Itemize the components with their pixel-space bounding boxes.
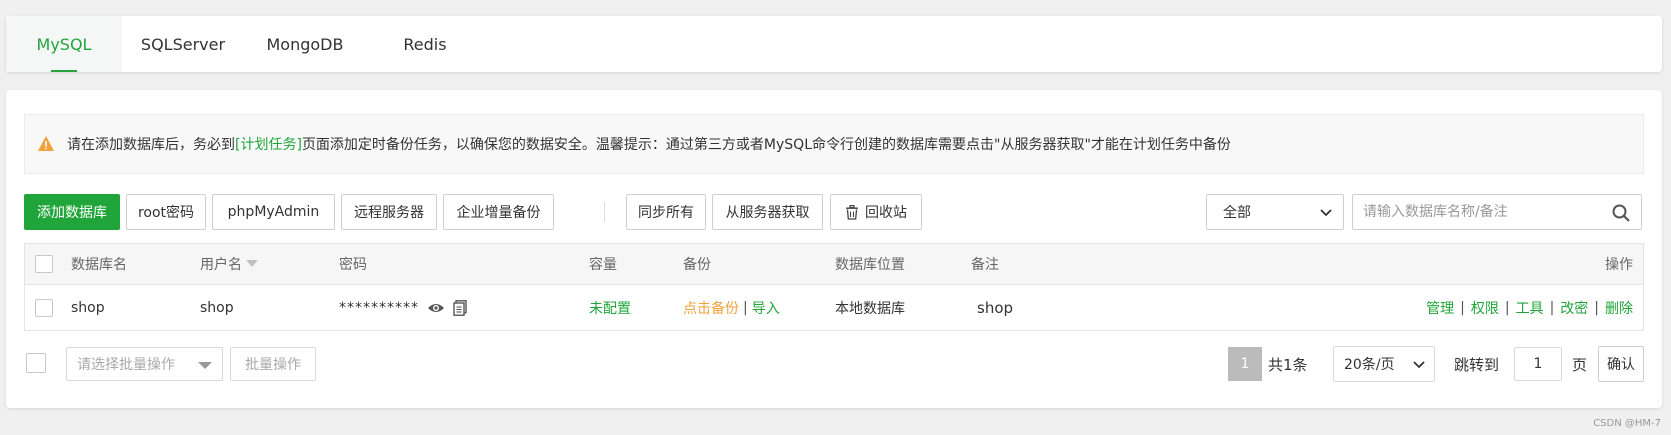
row-checkbox[interactable]	[35, 298, 53, 317]
separator: |	[1549, 299, 1555, 316]
db-note[interactable]: shop	[977, 285, 1013, 330]
goto-label: 跳转到	[1454, 355, 1500, 374]
header-backup: 备份	[683, 257, 711, 273]
table-header: 数据库名 用户名 密码 容量 备份 数据库位置 备注 操作	[25, 244, 1643, 285]
separator: |	[1460, 299, 1465, 316]
actions-cell: 管理 | 权限 | 工具 | 改密 | 删除	[1426, 285, 1633, 330]
capacity-status[interactable]: 未配置	[589, 285, 631, 330]
goto-page-input[interactable]	[1514, 347, 1562, 381]
delete-link[interactable]: 删除	[1605, 298, 1633, 318]
total-count: 共1条	[1268, 355, 1308, 374]
separator: |	[1504, 299, 1510, 316]
search-box	[1352, 194, 1642, 230]
select-all-checkbox[interactable]	[35, 255, 53, 273]
tab-label: Redis	[403, 34, 447, 54]
backup-cell: 点击备份 | 导入	[683, 285, 780, 330]
header-note: 备注	[971, 257, 999, 273]
add-database-button[interactable]: 添加数据库	[24, 194, 120, 230]
batch-operation-select[interactable]: 请选择批量操作	[66, 347, 223, 381]
batch-placeholder: 请选择批量操作	[77, 357, 175, 373]
password-cell: **********	[339, 285, 467, 330]
backup-link[interactable]: 点击备份	[683, 298, 739, 318]
footer-select-all-checkbox[interactable]	[26, 353, 46, 373]
sync-all-button[interactable]: 同步所有	[626, 194, 706, 230]
recycle-bin-label: 回收站	[865, 205, 907, 221]
eye-icon[interactable]	[427, 301, 445, 315]
cron-task-link[interactable]: [计划任务]	[235, 134, 302, 154]
search-icon[interactable]	[1611, 203, 1631, 227]
tab-mongodb[interactable]: MongoDB	[244, 16, 366, 72]
header-user-label: 用户名	[200, 257, 242, 273]
root-password-button[interactable]: root密码	[126, 194, 206, 230]
incremental-backup-button[interactable]: 企业增量备份	[443, 194, 554, 230]
search-input[interactable]	[1353, 204, 1593, 220]
watermark: CSDN @HM-7	[1593, 418, 1661, 429]
manage-link[interactable]: 管理	[1426, 298, 1454, 318]
separator: |	[1594, 299, 1599, 316]
caret-down-icon	[198, 362, 212, 369]
select-all-cell	[35, 244, 53, 284]
toolbar-divider	[604, 202, 605, 222]
database-table: 数据库名 用户名 密码 容量 备份 数据库位置 备注 操作 shop shop …	[24, 243, 1644, 331]
tab-redis[interactable]: Redis	[366, 16, 484, 72]
header-capacity: 容量	[589, 257, 617, 273]
table-row: shop shop ********** 未配置 点击备份 | 导入 本地数据库…	[25, 285, 1643, 330]
trash-icon	[845, 204, 859, 220]
header-location: 数据库位置	[835, 257, 905, 273]
change-password-link[interactable]: 改密	[1560, 298, 1588, 318]
tab-mysql[interactable]: MySQL	[6, 16, 122, 72]
db-location: 本地数据库	[835, 300, 905, 317]
sort-icon[interactable]	[246, 260, 258, 268]
confirm-button[interactable]: 确认	[1598, 346, 1644, 382]
db-user: shop	[200, 299, 234, 316]
separator: |	[743, 299, 748, 316]
filter-select[interactable]: 全部	[1206, 194, 1344, 230]
import-link[interactable]: 导入	[752, 298, 780, 318]
page-suffix: 页	[1572, 355, 1588, 374]
header-name: 数据库名	[71, 257, 127, 273]
chevron-down-icon	[1412, 357, 1426, 375]
permission-link[interactable]: 权限	[1471, 298, 1499, 318]
batch-operation-button[interactable]: 批量操作	[230, 347, 316, 381]
password-mask: **********	[339, 299, 419, 316]
fetch-from-server-button[interactable]: 从服务器获取	[712, 194, 823, 230]
tab-label: MongoDB	[266, 34, 344, 54]
alert-text-after: 页面添加定时备份任务，以确保您的数据安全。温馨提示：通过第三方或者MySQL命令…	[301, 137, 1231, 153]
tab-sqlserver[interactable]: SQLServer	[122, 16, 244, 72]
tab-label: SQLServer	[140, 34, 226, 54]
row-select-cell	[35, 285, 53, 330]
alert-text-before: 请在添加数据库后，务必到	[67, 137, 235, 153]
chevron-down-icon	[1319, 205, 1333, 223]
header-actions: 操作	[1605, 257, 1633, 273]
db-type-tabs: MySQL SQLServer MongoDB Redis	[6, 16, 1662, 72]
header-password: 密码	[339, 257, 367, 273]
recycle-bin-button[interactable]: 回收站	[830, 194, 922, 230]
database-panel: 请在添加数据库后，务必到 [计划任务] 页面添加定时备份任务，以确保您的数据安全。温…	[6, 90, 1662, 408]
db-name: shop	[71, 299, 105, 316]
phpmyadmin-button[interactable]: phpMyAdmin	[212, 194, 335, 230]
tab-label: MySQL	[36, 34, 92, 54]
warning-icon	[37, 135, 55, 153]
page-size-value: 20条/页	[1344, 357, 1395, 373]
copy-icon[interactable]	[453, 299, 467, 316]
tools-link[interactable]: 工具	[1516, 298, 1544, 318]
page-size-select[interactable]: 20条/页	[1333, 346, 1435, 382]
remote-server-button[interactable]: 远程服务器	[341, 194, 437, 230]
backup-alert: 请在添加数据库后，务必到 [计划任务] 页面添加定时备份任务，以确保您的数据安全。温…	[24, 114, 1644, 174]
filter-value: 全部	[1223, 205, 1251, 221]
page-current[interactable]: 1	[1228, 347, 1262, 381]
header-user[interactable]: 用户名	[200, 244, 258, 284]
